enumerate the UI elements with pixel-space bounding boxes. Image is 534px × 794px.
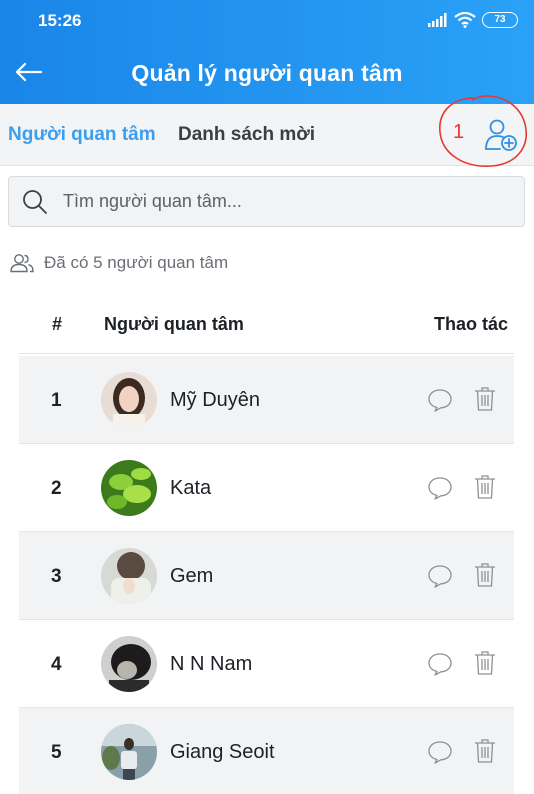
- annotation-marker: 1: [453, 121, 465, 143]
- table-row: 2 Kata: [19, 444, 514, 532]
- avatar[interactable]: [101, 460, 157, 516]
- follower-name: Gem: [170, 565, 214, 587]
- follower-name: Kata: [170, 477, 212, 499]
- status-time: 15:26: [38, 11, 82, 30]
- follower-name: Mỹ Duyên: [170, 389, 261, 411]
- row-number: 3: [51, 566, 62, 587]
- column-number: #: [52, 314, 63, 334]
- trash-icon[interactable]: [474, 386, 496, 412]
- add-user-icon: [485, 119, 517, 151]
- table-row: 3 Gem: [19, 532, 514, 620]
- status-icons: 73: [428, 12, 518, 28]
- avatar[interactable]: [101, 636, 157, 692]
- search-icon: [23, 189, 47, 214]
- status-bar: 15:26 73: [0, 0, 534, 42]
- trash-icon[interactable]: [474, 738, 496, 764]
- app-header: 15:26 73 Quản lý người quan tâm: [0, 0, 534, 104]
- battery-icon: 73: [482, 12, 518, 28]
- follower-name: Giang Seoit: [170, 741, 275, 763]
- chat-icon[interactable]: [427, 388, 453, 412]
- search-input[interactable]: [63, 191, 503, 212]
- signal-icon: [428, 13, 447, 27]
- follower-count-text: Đã có 5 người quan tâm: [44, 253, 229, 272]
- follower-table: 1 Mỹ Duyên 2 Kata 3 Gem 4 N N Nam 5 Gian…: [19, 356, 514, 794]
- row-number: 4: [51, 654, 62, 675]
- trash-icon[interactable]: [474, 474, 496, 500]
- table-row: 5 Giang Seoit: [19, 708, 514, 794]
- table-header: # Người quan tâm Thao tác: [19, 300, 514, 354]
- avatar[interactable]: [101, 724, 157, 780]
- search-bar[interactable]: [8, 176, 525, 227]
- table-row: 4 N N Nam: [19, 620, 514, 708]
- users-icon: [10, 254, 34, 273]
- page-title: Quản lý người quan tâm: [131, 60, 403, 86]
- column-actions: Thao tác: [433, 314, 508, 334]
- follower-name: N N Nam: [170, 653, 253, 675]
- tab-bar: Người quan tâm Danh sách mời 1: [0, 104, 534, 166]
- column-follower: Người quan tâm: [104, 314, 244, 334]
- trash-icon[interactable]: [474, 650, 496, 676]
- tab-followers[interactable]: Người quan tâm: [8, 124, 156, 146]
- avatar[interactable]: [101, 372, 157, 428]
- row-number: 5: [51, 742, 62, 763]
- row-number: 2: [51, 478, 62, 499]
- follower-count: Đã có 5 người quan tâm: [10, 253, 228, 273]
- chat-icon[interactable]: [427, 564, 453, 588]
- chat-icon[interactable]: [427, 740, 453, 764]
- add-follower-button[interactable]: [484, 118, 518, 152]
- tab-invitations[interactable]: Danh sách mời: [178, 124, 315, 146]
- table-row: 1 Mỹ Duyên: [19, 356, 514, 444]
- wifi-icon: [454, 12, 476, 28]
- trash-icon[interactable]: [474, 562, 496, 588]
- row-number: 1: [51, 390, 62, 411]
- chat-icon[interactable]: [427, 652, 453, 676]
- chat-icon[interactable]: [427, 476, 453, 500]
- avatar[interactable]: [101, 548, 157, 604]
